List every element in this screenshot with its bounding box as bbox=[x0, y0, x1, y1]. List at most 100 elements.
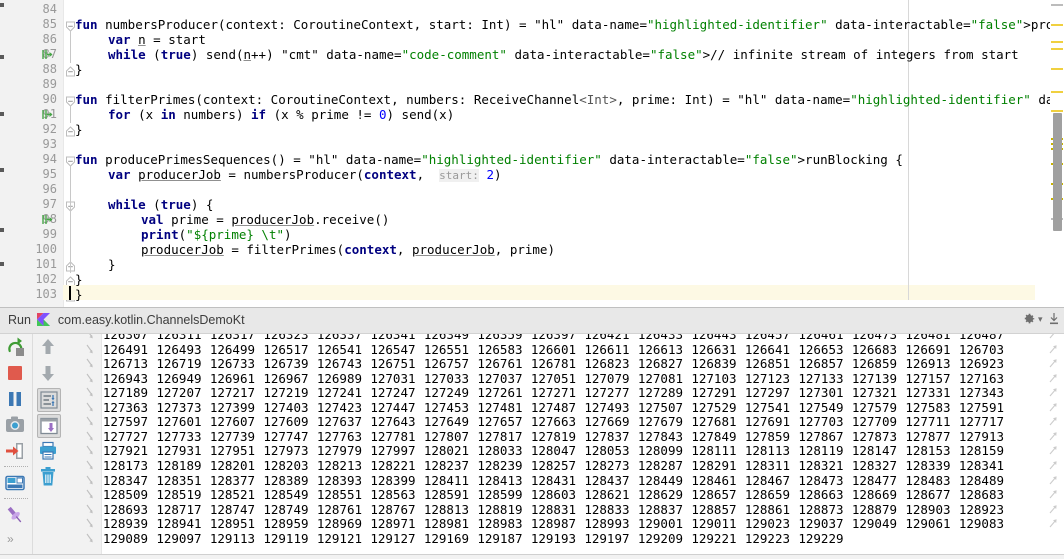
line-number: 92 bbox=[42, 122, 57, 136]
code-line[interactable]: while (true) { bbox=[75, 197, 213, 212]
console-number: 128939 bbox=[102, 516, 148, 532]
console-number: 126761 bbox=[477, 356, 523, 372]
console-view-button[interactable] bbox=[4, 472, 28, 496]
line-continuation-icon bbox=[1049, 373, 1058, 387]
console-number: 127403 bbox=[263, 399, 309, 415]
editor-scrollbar-thumb[interactable] bbox=[1053, 113, 1062, 231]
up-arrow-button[interactable] bbox=[37, 336, 61, 360]
console-number: 128749 bbox=[263, 501, 309, 517]
string-literal: "cmt" bbox=[281, 47, 319, 62]
code-line[interactable]: producerJob = filterPrimes(context, prod… bbox=[75, 242, 555, 257]
console-number: 128879 bbox=[851, 501, 897, 517]
code-line[interactable]: var producerJob = numbersProducer(contex… bbox=[75, 167, 502, 182]
console-number: 128467 bbox=[744, 472, 790, 488]
code-line[interactable]: val prime = producerJob.receive() bbox=[75, 212, 389, 227]
console-number: 127579 bbox=[851, 399, 897, 415]
console-number: 126961 bbox=[209, 370, 255, 386]
code-line[interactable]: fun filterPrimes(context: CoroutineConte… bbox=[75, 92, 1064, 107]
console-number: 128189 bbox=[156, 457, 202, 473]
console-number: 128347 bbox=[102, 472, 148, 488]
console-number: 127591 bbox=[958, 399, 1004, 415]
soft-wrap-marker-icon bbox=[86, 445, 95, 459]
dump-threads-camera-icon[interactable] bbox=[4, 414, 28, 438]
code-line[interactable]: } bbox=[75, 272, 83, 287]
line-number: 102 bbox=[35, 272, 57, 286]
code-line[interactable]: } bbox=[75, 257, 116, 272]
console-number: 127763 bbox=[316, 428, 362, 444]
rerun-button[interactable] bbox=[4, 336, 28, 360]
soft-wrap-button[interactable] bbox=[37, 388, 61, 412]
editor-gutter[interactable]: 8485868788899091929394959697989910010110… bbox=[5, 0, 63, 307]
console-number: 127219 bbox=[263, 385, 309, 401]
console-output[interactable]: 126307 126311 126317 126323 126337 126341 1263… bbox=[64, 334, 1064, 559]
number-literal: 0 bbox=[378, 107, 387, 122]
code-line[interactable]: } bbox=[75, 287, 83, 302]
console-number: 129083 bbox=[958, 516, 1004, 532]
down-arrow-button[interactable] bbox=[37, 362, 61, 386]
console-gutter bbox=[64, 334, 102, 559]
error-stripe-marker[interactable] bbox=[1051, 4, 1063, 6]
console-number: 126713 bbox=[102, 356, 148, 372]
console-number: 128047 bbox=[530, 443, 576, 459]
code-text-area[interactable]: fun numbersProducer(context: CoroutineCo… bbox=[75, 0, 1064, 307]
code-line[interactable]: print("${prime} \t") bbox=[75, 227, 292, 242]
console-number: 128551 bbox=[316, 487, 362, 503]
console-number: 129221 bbox=[691, 530, 737, 546]
soft-wrap-marker-icon bbox=[86, 373, 95, 387]
code-line[interactable]: while (true) send(n++) "cmt" data-name="… bbox=[75, 47, 1019, 62]
settings-gear-icon[interactable] bbox=[1022, 312, 1036, 331]
code-line[interactable]: fun numbersProducer(context: CoroutineCo… bbox=[75, 17, 1064, 32]
keyword: fun bbox=[75, 152, 98, 167]
coroutine-run-gutter-icon[interactable] bbox=[41, 108, 54, 121]
console-number: 127163 bbox=[958, 370, 1004, 386]
code-editor[interactable]: 8485868788899091929394959697989910010110… bbox=[0, 0, 1064, 307]
code-line[interactable]: fun producePrimesSequences() = "hl" data… bbox=[75, 152, 903, 167]
print-button[interactable] bbox=[37, 440, 61, 464]
console-number: 126823 bbox=[584, 356, 630, 372]
console-number: 128311 bbox=[744, 457, 790, 473]
console-number: 128203 bbox=[263, 457, 309, 473]
left-change-marker bbox=[0, 262, 4, 266]
error-stripe-marker[interactable] bbox=[1051, 24, 1063, 26]
pin-tab-button[interactable] bbox=[4, 504, 28, 528]
code-line[interactable]: var n = start bbox=[75, 32, 206, 47]
console-number: 129121 bbox=[316, 530, 362, 546]
soft-wrap-marker-icon bbox=[86, 334, 95, 343]
error-stripe-marker[interactable] bbox=[1051, 41, 1063, 43]
console-number: 127843 bbox=[637, 428, 683, 444]
expand-toolbar-button[interactable]: » bbox=[7, 532, 14, 546]
code-line[interactable]: } bbox=[75, 122, 83, 137]
keyword: if bbox=[251, 107, 267, 122]
console-number: 129193 bbox=[530, 530, 576, 546]
chevron-down-icon[interactable]: ▾ bbox=[1038, 312, 1043, 326]
code-line[interactable]: for (x in numbers) if (x % prime != 0) s… bbox=[75, 107, 454, 122]
string-literal: "highlighted-identifier" bbox=[421, 152, 602, 167]
console-number: 127133 bbox=[798, 370, 844, 386]
console-number: 128119 bbox=[798, 443, 844, 459]
line-number: 88 bbox=[42, 62, 57, 76]
error-stripe-marker[interactable] bbox=[1051, 91, 1063, 93]
keyword: fun bbox=[75, 92, 98, 107]
clear-all-trash-icon[interactable] bbox=[37, 466, 61, 490]
console-number: 128111 bbox=[691, 443, 737, 459]
exit-button[interactable] bbox=[4, 440, 28, 464]
error-stripe-marker[interactable] bbox=[1051, 48, 1063, 50]
error-stripe-marker[interactable] bbox=[1051, 68, 1063, 70]
console-number: 127123 bbox=[744, 370, 790, 386]
console-number: 126859 bbox=[851, 356, 897, 372]
console-number: 128717 bbox=[156, 501, 202, 517]
error-stripe-marker[interactable] bbox=[1051, 110, 1063, 112]
coroutine-run-gutter-icon[interactable] bbox=[41, 48, 54, 61]
code-line[interactable]: } bbox=[75, 62, 83, 77]
pause-output-button[interactable] bbox=[4, 388, 28, 412]
console-number: 127877 bbox=[905, 428, 951, 444]
editor-scrollbar-error-stripe[interactable] bbox=[1050, 0, 1064, 300]
console-text[interactable]: 126307 126311 126317 126323 126337 126341 1263… bbox=[102, 334, 1064, 559]
coroutine-run-gutter-icon[interactable] bbox=[41, 213, 54, 226]
scroll-to-end-button[interactable] bbox=[37, 414, 61, 438]
ide-window: 8485868788899091929394959697989910010110… bbox=[0, 0, 1064, 559]
keyword: true bbox=[160, 197, 191, 212]
console-number: 128959 bbox=[263, 516, 309, 532]
hide-panel-icon[interactable] bbox=[1048, 312, 1060, 331]
stop-button[interactable] bbox=[4, 362, 28, 386]
